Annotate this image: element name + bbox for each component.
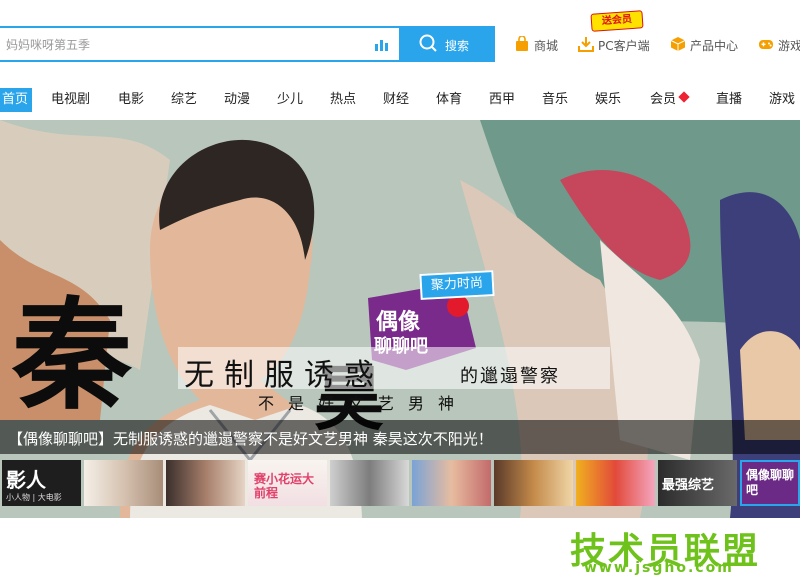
mall-link-label: 商城 (534, 39, 559, 53)
slogan-sub2: 不是好文艺男神 (258, 394, 469, 413)
channel-nav: 首页 电视剧 电影 综艺 动漫 少儿 热点 财经 体育 西甲 音乐 娱乐 会员 … (0, 88, 800, 114)
nav-item-home[interactable]: 首页 (0, 88, 33, 112)
search-button-label: 搜索 (445, 39, 470, 53)
nav-item-finance[interactable]: 财经 (383, 88, 409, 112)
thumbnail-8[interactable] (576, 460, 655, 506)
search-placeholder: 妈妈咪呀第五季 (6, 38, 91, 52)
thumbnail-1[interactable]: 影人 小人物 | 大电影 (2, 460, 81, 506)
watermark-url: www.jsgho.com (584, 560, 734, 576)
box-icon (670, 37, 686, 51)
thumbnail-3[interactable] (166, 460, 245, 506)
nav-item-laliga[interactable]: 西甲 (489, 88, 515, 112)
slogan-main: 无制服诱惑 (184, 358, 384, 393)
nav-item-vip-label: 会员 (650, 92, 677, 107)
thumbnail-4[interactable]: 赛小花运大前程 (248, 460, 327, 506)
shopping-bag-icon (516, 36, 528, 51)
nav-item-movies[interactable]: 电影 (118, 88, 144, 112)
name-char-qin: 秦 (12, 285, 132, 426)
search-input[interactable]: 妈妈咪呀第五季 (0, 26, 400, 62)
hero-banner[interactable]: 秦 昊 聚力时尚 偶像 聊聊吧 (0, 120, 800, 518)
nav-item-sports[interactable]: 体育 (436, 88, 462, 112)
nav-item-anime[interactable]: 动漫 (224, 88, 250, 112)
product-center-link-label: 产品中心 (690, 39, 739, 53)
nav-item-games[interactable]: 游戏 (769, 88, 795, 112)
thumbnail-1-sub: 小人物 | 大电影 (6, 493, 62, 502)
voice-chart-icon[interactable] (375, 38, 388, 51)
nav-item-live[interactable]: 直播 (716, 88, 742, 112)
nav-item-entertainment[interactable]: 娱乐 (595, 88, 621, 112)
thumbnail-2[interactable] (84, 460, 163, 506)
search-button[interactable]: 搜索 (399, 26, 495, 62)
thumbnail-1-label: 影人 (6, 468, 46, 492)
vip-gift-tag[interactable]: 送会员 (590, 10, 644, 32)
nav-item-tv-series[interactable]: 电视剧 (51, 88, 90, 112)
thumbnail-9-label: 最强综艺 (662, 478, 715, 493)
thumbnail-5[interactable] (330, 460, 409, 506)
thumbnail-10-label: 偶像聊聊吧 (746, 468, 795, 497)
slogan-sub1: 的邋遢警察 (460, 366, 560, 387)
download-icon (578, 37, 594, 52)
games-link-label: 游戏 (778, 39, 800, 53)
nav-item-kids[interactable]: 少儿 (277, 88, 303, 112)
banner-thumbnail-strip: 影人 小人物 | 大电影 赛小花运大前程 最强综艺 偶像聊聊吧 (0, 460, 800, 510)
thumbnail-4-label: 赛小花运大前程 (254, 472, 315, 500)
thumbnail-10[interactable]: 偶像聊聊吧 (740, 460, 800, 506)
top-bar: 妈妈咪呀第五季 搜索 送会员 商城 PC客户端 产品中心 游戏 (0, 0, 800, 88)
nav-item-music[interactable]: 音乐 (542, 88, 568, 112)
thumbnail-7[interactable] (494, 460, 573, 506)
thumbnail-6[interactable] (412, 460, 491, 506)
nav-item-vip[interactable]: 会员 (650, 88, 690, 112)
diamond-icon (678, 91, 690, 103)
search-icon (419, 34, 437, 52)
thumbnail-9[interactable]: 最强综艺 (658, 460, 737, 506)
nav-item-hot[interactable]: 热点 (330, 88, 356, 112)
gamepad-icon (759, 40, 773, 49)
pc-client-link-label: PC客户端 (598, 39, 650, 53)
nav-item-variety[interactable]: 综艺 (171, 88, 197, 112)
banner-caption[interactable]: 【偶像聊聊吧】无制服诱惑的邋遢警察不是好文艺男神 秦昊这次不阳光！ (8, 428, 493, 449)
